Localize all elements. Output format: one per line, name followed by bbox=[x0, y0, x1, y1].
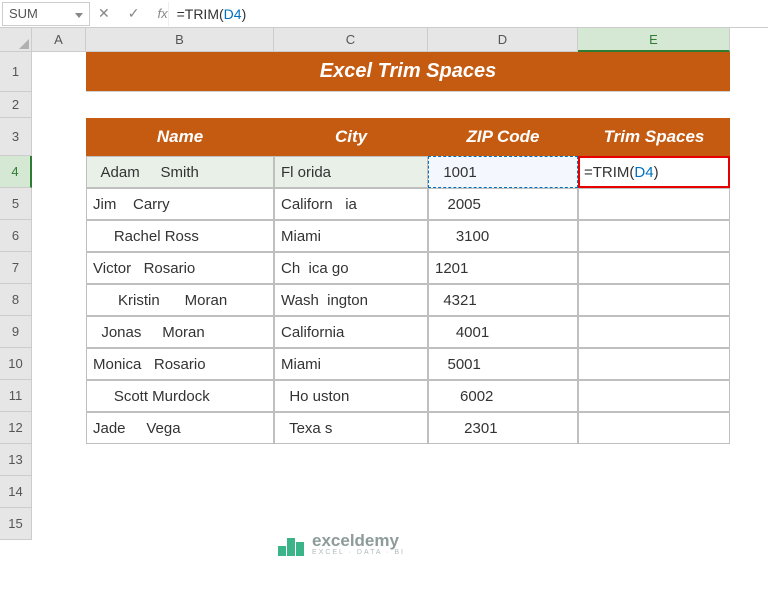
row-header-4[interactable]: 4 bbox=[0, 156, 32, 188]
cell-name-0[interactable]: Adam Smith bbox=[86, 156, 274, 188]
chart-icon bbox=[278, 532, 304, 556]
column-headers: ABCDE bbox=[32, 28, 730, 52]
cell-name-8[interactable]: Jade Vega bbox=[86, 412, 274, 444]
column-header-E[interactable]: E bbox=[578, 28, 730, 52]
header-name[interactable]: Name bbox=[86, 118, 274, 156]
enter-icon[interactable]: ✓ bbox=[128, 5, 140, 22]
spreadsheet-cells[interactable]: Excel Trim Spaces NameCityZIP CodeTrim Sp… bbox=[32, 52, 730, 540]
formula-bar-controls: ✕ ✓ fx bbox=[98, 5, 168, 22]
name-box-value: SUM bbox=[9, 6, 38, 21]
grid-area: ABCDE 123456789101112131415 Excel Trim S… bbox=[0, 28, 768, 540]
row-header-12[interactable]: 12 bbox=[0, 412, 32, 444]
cell-zip-2[interactable]: 3100 bbox=[428, 220, 578, 252]
cell-zip-8[interactable]: 2301 bbox=[428, 412, 578, 444]
cell-city-0[interactable]: Fl orida bbox=[274, 156, 428, 188]
cell-zip-5[interactable]: 4001 bbox=[428, 316, 578, 348]
cell-trim-5[interactable] bbox=[578, 316, 730, 348]
fx-icon[interactable]: fx bbox=[157, 6, 167, 21]
row-header-3[interactable]: 3 bbox=[0, 118, 32, 156]
cell-city-1[interactable]: Californ ia bbox=[274, 188, 428, 220]
edit-cell[interactable]: =TRIM(D4) bbox=[578, 156, 730, 188]
cell-city-3[interactable]: Ch ica go bbox=[274, 252, 428, 284]
cell-zip-7[interactable]: 6002 bbox=[428, 380, 578, 412]
row-header-1[interactable]: 1 bbox=[0, 52, 32, 92]
cell-city-5[interactable]: California bbox=[274, 316, 428, 348]
cell-zip-0[interactable]: 1001 bbox=[428, 156, 578, 188]
formula-ref: D4 bbox=[224, 6, 242, 22]
cell-name-4[interactable]: Kristin Moran bbox=[86, 284, 274, 316]
cell-trim-8[interactable] bbox=[578, 412, 730, 444]
cell-trim-7[interactable] bbox=[578, 380, 730, 412]
cell-name-1[interactable]: Jim Carry bbox=[86, 188, 274, 220]
name-box[interactable]: SUM bbox=[2, 2, 90, 26]
cell-trim-6[interactable] bbox=[578, 348, 730, 380]
cell-trim-1[interactable] bbox=[578, 188, 730, 220]
row-header-13[interactable]: 13 bbox=[0, 444, 32, 476]
cell-zip-6[interactable]: 5001 bbox=[428, 348, 578, 380]
row-header-2[interactable]: 2 bbox=[0, 92, 32, 118]
column-header-C[interactable]: C bbox=[274, 28, 428, 52]
header-city[interactable]: City bbox=[274, 118, 428, 156]
cell-zip-3[interactable]: 1201 bbox=[428, 252, 578, 284]
cell-name-5[interactable]: Jonas Moran bbox=[86, 316, 274, 348]
cell-name-7[interactable]: Scott Murdock bbox=[86, 380, 274, 412]
cell-city-7[interactable]: Ho uston bbox=[274, 380, 428, 412]
cell-trim-2[interactable] bbox=[578, 220, 730, 252]
cell-name-6[interactable]: Monica Rosario bbox=[86, 348, 274, 380]
select-all-corner[interactable] bbox=[0, 28, 32, 52]
row-header-5[interactable]: 5 bbox=[0, 188, 32, 220]
row-header-11[interactable]: 11 bbox=[0, 380, 32, 412]
cancel-icon[interactable]: ✕ bbox=[98, 5, 110, 22]
cell-city-6[interactable]: Miami bbox=[274, 348, 428, 380]
cell-trim-4[interactable] bbox=[578, 284, 730, 316]
row-header-15[interactable]: 15 bbox=[0, 508, 32, 540]
cell-name-2[interactable]: Rachel Ross bbox=[86, 220, 274, 252]
watermark-logo: exceldemy EXCEL · DATA · BI bbox=[278, 532, 405, 556]
cell-zip-4[interactable]: 4321 bbox=[428, 284, 578, 316]
row-header-6[interactable]: 6 bbox=[0, 220, 32, 252]
formula-bar: SUM ✕ ✓ fx =TRIM(D4) bbox=[0, 0, 768, 28]
header-trim[interactable]: Trim Spaces bbox=[578, 118, 730, 156]
column-header-B[interactable]: B bbox=[86, 28, 274, 52]
cell-city-8[interactable]: Texa s bbox=[274, 412, 428, 444]
column-header-A[interactable]: A bbox=[32, 28, 86, 52]
row-header-7[interactable]: 7 bbox=[0, 252, 32, 284]
formula-suffix: ) bbox=[242, 6, 247, 22]
logo-text: exceldemy bbox=[312, 532, 405, 549]
formula-prefix: =TRIM( bbox=[177, 6, 224, 22]
column-header-D[interactable]: D bbox=[428, 28, 578, 52]
formula-input[interactable]: =TRIM(D4) bbox=[168, 2, 768, 26]
header-zip[interactable]: ZIP Code bbox=[428, 118, 578, 156]
row-header-10[interactable]: 10 bbox=[0, 348, 32, 380]
cell-trim-3[interactable] bbox=[578, 252, 730, 284]
row-header-8[interactable]: 8 bbox=[0, 284, 32, 316]
logo-subtext: EXCEL · DATA · BI bbox=[312, 549, 405, 556]
cell-city-4[interactable]: Wash ington bbox=[274, 284, 428, 316]
row-header-14[interactable]: 14 bbox=[0, 476, 32, 508]
cell-name-3[interactable]: Victor Rosario bbox=[86, 252, 274, 284]
cell-city-2[interactable]: Miami bbox=[274, 220, 428, 252]
title-cell[interactable]: Excel Trim Spaces bbox=[86, 52, 730, 92]
row-header-9[interactable]: 9 bbox=[0, 316, 32, 348]
row-headers: 123456789101112131415 bbox=[0, 52, 32, 540]
cell-zip-1[interactable]: 2005 bbox=[428, 188, 578, 220]
chevron-down-icon bbox=[75, 13, 83, 18]
